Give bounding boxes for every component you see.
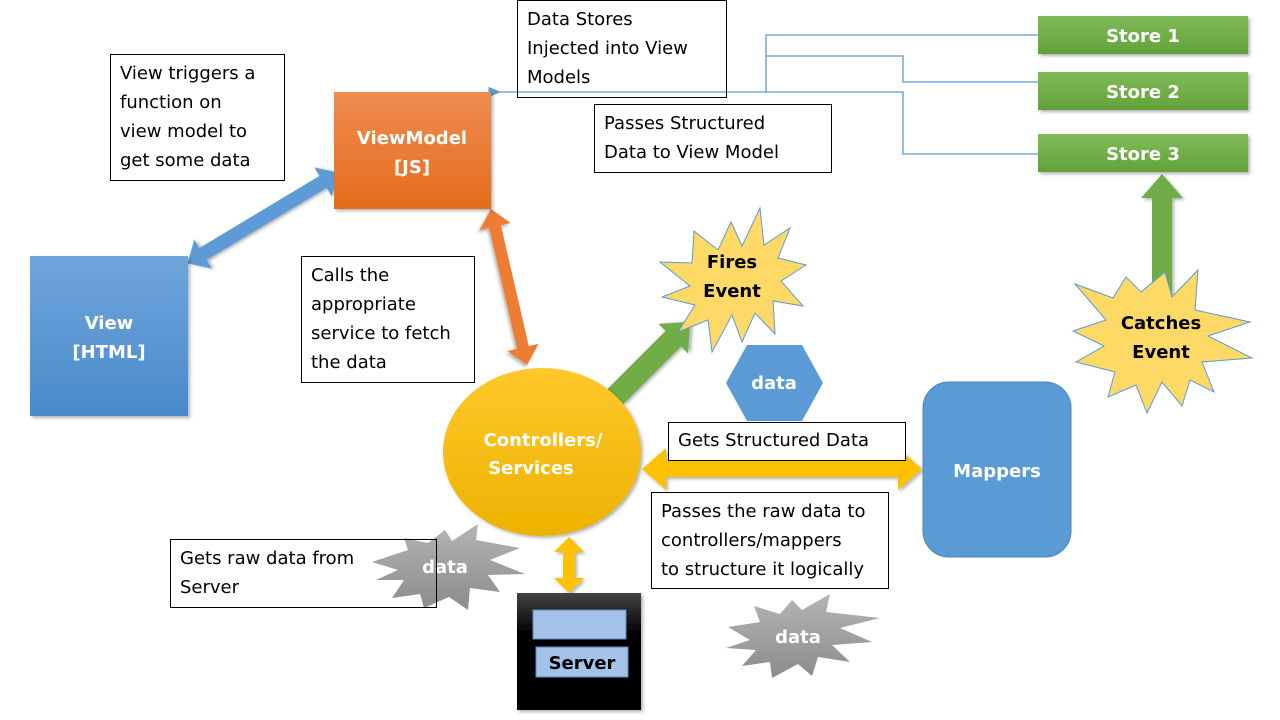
viewmodel-label-1: ViewModel xyxy=(357,128,467,149)
viewmodel-node[interactable] xyxy=(334,92,491,209)
server-slot-top xyxy=(532,609,627,640)
store-3-label: Store 3 xyxy=(1106,144,1180,165)
view-node[interactable] xyxy=(30,256,188,416)
fires-event-burst[interactable] xyxy=(658,206,808,354)
note-data-stores-injected: Data Stores Injected into View Models xyxy=(517,0,727,98)
data-hexagon-label: data xyxy=(751,373,797,394)
controllers-label-2: Services xyxy=(488,458,574,479)
connector-store-2 xyxy=(766,55,1038,83)
catches-event-label-2: Event xyxy=(1132,342,1190,363)
connector-store-1 xyxy=(765,34,1038,92)
viewmodel-controllers-arrow xyxy=(479,209,539,365)
fires-event-label-2: Event xyxy=(703,281,761,302)
catches-event-label-1: Catches xyxy=(1121,313,1201,334)
store-2-label: Store 2 xyxy=(1106,82,1180,103)
controllers-label-1: Controllers/ xyxy=(484,430,603,451)
mappers-label: Mappers xyxy=(953,461,1041,482)
note-calls-service: Calls the appropriate service to fetch t… xyxy=(301,256,475,383)
viewmodel-label-2: [JS] xyxy=(394,157,430,178)
fires-event-label-1: Fires xyxy=(707,252,757,273)
data-burst-bottom-label: data xyxy=(775,627,821,648)
note-view-triggers: View triggers a function on view model t… xyxy=(110,54,285,181)
view-label-2: [HTML] xyxy=(72,342,145,363)
server-label: Server xyxy=(549,653,616,674)
controllers-server-arrow xyxy=(554,537,584,593)
note-passes-structured: Passes Structured Data to View Model xyxy=(594,104,832,173)
server-node[interactable] xyxy=(517,593,641,710)
note-gets-structured: Gets Structured Data xyxy=(668,422,906,461)
note-gets-raw: Gets raw data from Server xyxy=(170,539,437,608)
note-passes-raw: Passes the raw data to controllers/mappe… xyxy=(651,492,889,589)
view-label-1: View xyxy=(85,313,134,334)
controllers-node[interactable] xyxy=(443,368,641,536)
store-1-label: Store 1 xyxy=(1106,26,1180,47)
